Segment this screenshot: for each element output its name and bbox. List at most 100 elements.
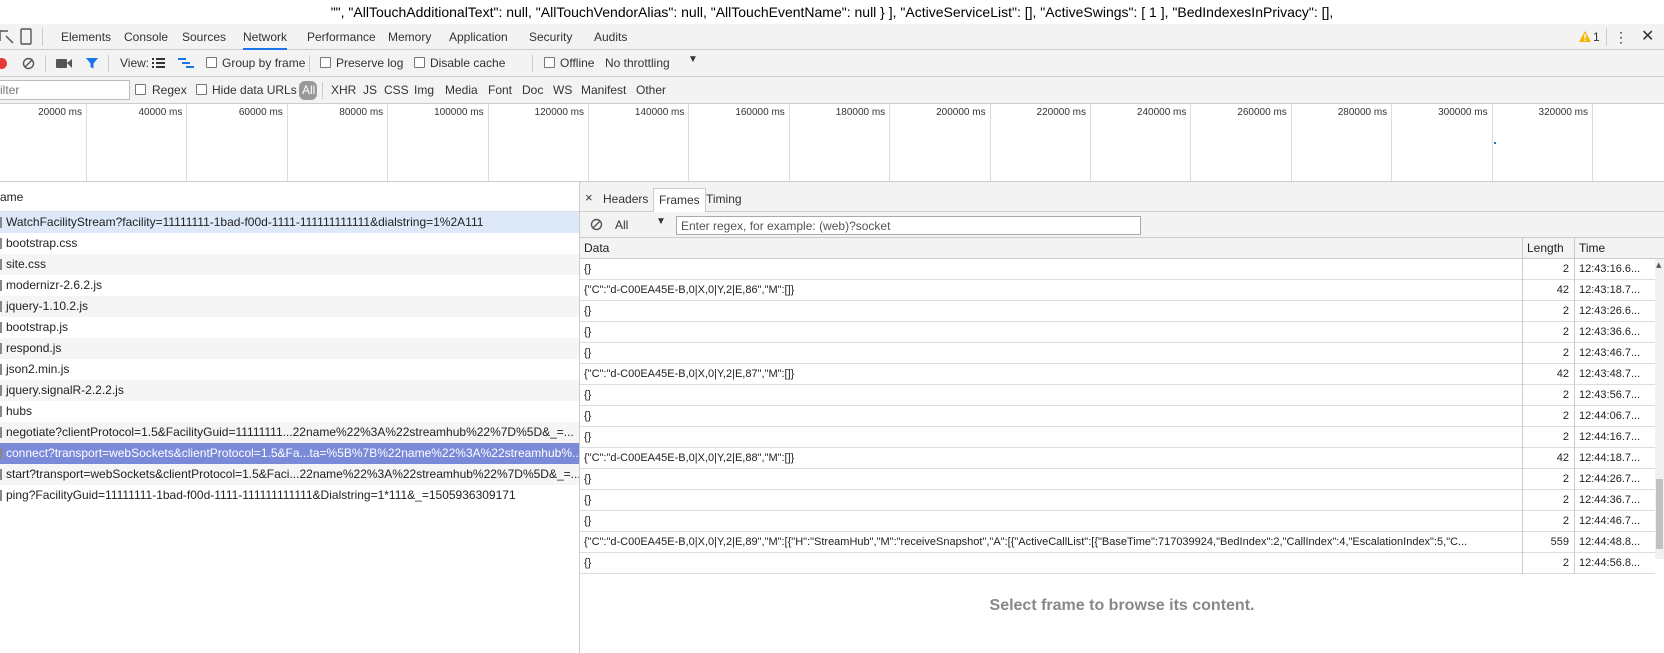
tab-memory[interactable]: Memory xyxy=(388,24,431,50)
frame-row[interactable]: {} 2 12:44:46.7... xyxy=(580,511,1655,532)
frame-row[interactable]: {} 2 12:44:16.7... xyxy=(580,427,1655,448)
offline-checkbox[interactable] xyxy=(544,57,555,68)
request-type-icon xyxy=(0,364,2,375)
scrollbar-thumb[interactable] xyxy=(1656,479,1663,549)
request-row[interactable]: bootstrap.js xyxy=(0,317,579,338)
filter-input[interactable]: ilter xyxy=(0,83,19,97)
time-column-header[interactable]: Time xyxy=(1574,238,1655,259)
throttling-dropdown-icon[interactable]: ▼ xyxy=(688,54,698,65)
timeline-tick-label: 260000 ms xyxy=(1237,107,1287,118)
hide-data-urls-checkbox[interactable] xyxy=(196,84,207,95)
throttling-select[interactable]: No throttling xyxy=(605,56,670,70)
timeline-gridline xyxy=(387,104,389,181)
warning-count[interactable]: 1 xyxy=(1593,24,1600,50)
tab-performance[interactable]: Performance xyxy=(307,24,376,50)
large-rows-icon[interactable] xyxy=(152,57,165,69)
frame-row[interactable]: {} 2 12:43:36.6... xyxy=(580,322,1655,343)
tab-network[interactable]: Network xyxy=(243,24,288,50)
frame-type-dropdown-icon[interactable]: ▼ xyxy=(656,216,666,227)
data-column-header[interactable]: Data xyxy=(580,238,1522,259)
filter-type-xhr[interactable]: XHR xyxy=(331,83,356,97)
device-toolbar-icon[interactable] xyxy=(19,28,33,46)
request-name: bootstrap.css xyxy=(6,236,78,250)
filter-type-font[interactable]: Font xyxy=(488,83,512,97)
frame-row[interactable]: {"C":"d-C00EA45E-B,0|X,0|Y,2|E,87","M":[… xyxy=(580,364,1655,385)
tab-sources[interactable]: Sources xyxy=(182,24,226,50)
request-type-icon xyxy=(0,322,2,333)
close-devtools-icon[interactable]: ✕ xyxy=(1641,24,1654,50)
tab-audits[interactable]: Audits xyxy=(594,24,627,50)
filter-type-js[interactable]: JS xyxy=(363,83,377,97)
tab-frames[interactable]: Frames xyxy=(653,188,706,212)
request-row[interactable]: modernizr-2.6.2.js xyxy=(0,275,579,296)
request-row[interactable]: bootstrap.css xyxy=(0,233,579,254)
request-name: respond.js xyxy=(6,341,62,355)
regex-checkbox[interactable] xyxy=(135,84,146,95)
request-type-icon xyxy=(0,259,2,270)
capture-screenshots-icon[interactable] xyxy=(56,58,72,69)
request-row[interactable]: respond.js xyxy=(0,338,579,359)
frame-row[interactable]: {} 2 12:43:56.7... xyxy=(580,385,1655,406)
frame-row[interactable]: {"C":"d-C00EA45E-B,0|X,0|Y,2|E,89","M":[… xyxy=(580,532,1655,553)
tab-application[interactable]: Application xyxy=(449,24,508,50)
group-by-frame-checkbox[interactable] xyxy=(206,57,217,68)
filter-type-other[interactable]: Other xyxy=(636,83,666,97)
frame-row[interactable]: {} 2 12:44:56.8... xyxy=(580,553,1655,574)
frame-row[interactable]: {} 2 12:44:06.7... xyxy=(580,406,1655,427)
filter-type-doc[interactable]: Doc xyxy=(522,83,543,97)
frame-time: 12:44:06.7... xyxy=(1574,406,1655,427)
request-type-icon xyxy=(0,343,2,354)
frame-row[interactable]: {} 2 12:43:46.7... xyxy=(580,343,1655,364)
request-row[interactable]: jquery-1.10.2.js xyxy=(0,296,579,317)
tab-security[interactable]: Security xyxy=(529,24,572,50)
tab-headers[interactable]: Headers xyxy=(598,188,653,212)
frame-content-placeholder: Select frame to browse its content. xyxy=(989,597,1255,614)
timeline-overview[interactable]: 20000 ms 40000 ms 60000 ms 80000 ms 100000 m… xyxy=(0,104,1664,182)
frame-length: 2 xyxy=(1522,385,1573,406)
request-row[interactable]: negotiate?clientProtocol=1.5&FacilityGui… xyxy=(0,422,579,443)
filter-type-manifest[interactable]: Manifest xyxy=(581,83,626,97)
request-row[interactable]: site.css xyxy=(0,254,579,275)
request-row[interactable]: start?transport=webSockets&clientProtoco… xyxy=(0,464,579,485)
request-row[interactable]: hubs xyxy=(0,401,579,422)
frame-row[interactable]: {"C":"d-C00EA45E-B,0|X,0|Y,2|E,88","M":[… xyxy=(580,448,1655,469)
filter-type-css[interactable]: CSS xyxy=(384,83,409,97)
request-row[interactable]: jquery.signalR-2.2.2.js xyxy=(0,380,579,401)
clear-icon[interactable] xyxy=(22,57,35,70)
frame-regex-input[interactable] xyxy=(676,216,1141,235)
preserve-log-checkbox[interactable] xyxy=(320,57,331,68)
name-column-header[interactable]: ame xyxy=(0,182,579,212)
frame-row[interactable]: {} 2 12:44:36.7... xyxy=(580,490,1655,511)
tab-elements[interactable]: Elements xyxy=(61,24,111,50)
request-row[interactable]: ping?FacilityGuid=11111111-1bad-f00d-111… xyxy=(0,485,579,506)
more-options-icon[interactable]: ⋮ xyxy=(1614,24,1628,50)
filter-icon[interactable] xyxy=(85,56,99,70)
frame-length: 2 xyxy=(1522,511,1573,532)
request-row[interactable]: json2.min.js xyxy=(0,359,579,380)
filter-type-all[interactable]: All xyxy=(302,83,315,97)
scroll-up-icon[interactable]: ▲ xyxy=(1656,261,1661,269)
record-icon[interactable] xyxy=(0,58,7,69)
inspect-element-icon[interactable] xyxy=(0,29,14,45)
request-row[interactable]: WatchFacilityStream?facility=11111111-1b… xyxy=(0,212,579,233)
frame-type-select[interactable]: All xyxy=(615,218,628,232)
warning-icon[interactable] xyxy=(1578,30,1592,43)
tab-console[interactable]: Console xyxy=(124,24,168,50)
timeline-gridline xyxy=(487,104,489,181)
waterfall-icon[interactable] xyxy=(178,57,194,69)
filter-type-ws[interactable]: WS xyxy=(553,83,572,97)
filter-type-media[interactable]: Media xyxy=(445,83,478,97)
frame-row[interactable]: {} 2 12:43:16.6... xyxy=(580,259,1655,280)
request-row[interactable]: connect?transport=webSockets&clientProto… xyxy=(0,443,579,464)
frame-row[interactable]: {} 2 12:44:26.7... xyxy=(580,469,1655,490)
frame-row[interactable]: {} 2 12:43:26.6... xyxy=(580,301,1655,322)
tab-timing[interactable]: Timing xyxy=(701,188,747,212)
close-detail-icon[interactable]: × xyxy=(580,187,598,211)
offline-label: Offline xyxy=(560,56,595,70)
filter-type-img[interactable]: Img xyxy=(414,83,434,97)
length-column-header[interactable]: Length xyxy=(1522,238,1574,259)
frames-scrollbar[interactable]: ▲ xyxy=(1655,259,1664,559)
disable-cache-checkbox[interactable] xyxy=(414,57,425,68)
frame-row[interactable]: {"C":"d-C00EA45E-B,0|X,0|Y,2|E,86","M":[… xyxy=(580,280,1655,301)
clear-frames-icon[interactable] xyxy=(590,218,603,231)
